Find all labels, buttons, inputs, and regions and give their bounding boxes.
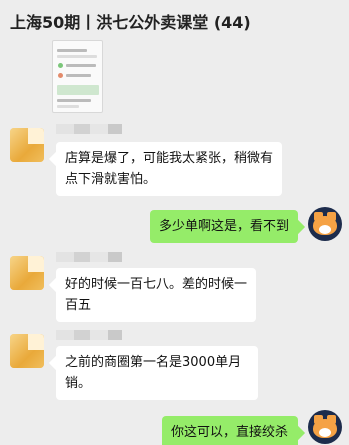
message-text: 你这可以，直接绞杀 <box>171 425 289 440</box>
message-text: 好的时候一百七八。差的时候一百五 <box>65 277 248 313</box>
sender-avatar[interactable] <box>10 334 44 368</box>
message-text: 店算是爆了，可能我太紧张，稍微有点下滑就害怕。 <box>65 151 274 187</box>
message-bubble[interactable]: 之前的商圈第一名是3000单月销。 <box>56 346 258 400</box>
message-bubble[interactable]: 多少单啊这是，看不到 <box>150 210 298 243</box>
message-bubble[interactable]: 你这可以，直接绞杀 <box>162 416 298 445</box>
chat-title: 上海50期丨洪七公外卖课堂 (44) <box>0 0 349 38</box>
sender-name-blurred <box>56 124 122 134</box>
message-text: 之前的商圈第一名是3000单月销。 <box>65 355 242 391</box>
message-bubble[interactable]: 好的时候一百七八。差的时候一百五 <box>56 268 256 322</box>
message-bubble[interactable]: 店算是爆了，可能我太紧张，稍微有点下滑就害怕。 <box>56 142 282 196</box>
shared-image-thumbnail[interactable] <box>52 40 103 113</box>
self-avatar[interactable] <box>308 207 342 241</box>
sender-avatar[interactable] <box>10 128 44 162</box>
message-text: 多少单啊这是，看不到 <box>159 219 290 234</box>
self-avatar[interactable] <box>308 410 342 444</box>
sender-avatar[interactable] <box>10 256 44 290</box>
sender-name-blurred <box>56 330 122 340</box>
sender-name-blurred <box>56 252 122 262</box>
